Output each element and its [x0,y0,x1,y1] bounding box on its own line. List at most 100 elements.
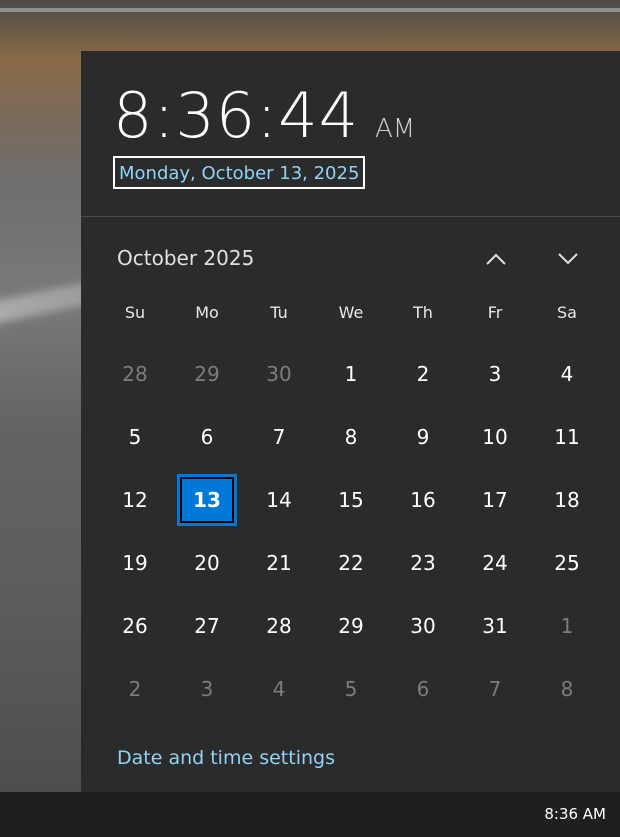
calendar-day-number: 18 [554,487,580,512]
calendar-week-row: 28 29 30 1 2 3 4 [99,342,603,405]
calendar-day-number: 7 [488,676,502,701]
calendar-day-number: 20 [194,550,220,575]
calendar-day[interactable]: 4 [243,657,315,720]
calendar-day[interactable]: 8 [315,405,387,468]
calendar-day-number: 3 [488,361,502,386]
time-ampm: AM [375,114,416,144]
calendar-day-number: 11 [554,424,580,449]
calendar-day[interactable]: 2 [99,657,171,720]
calendar-day-number: 2 [416,361,430,386]
calendar-day[interactable]: 11 [531,405,603,468]
calendar-day-number: 10 [482,424,508,449]
calendar-day[interactable]: 9 [387,405,459,468]
calendar-week-row: 26 27 28 29 30 31 1 [99,594,603,657]
calendar-day-number: 15 [338,487,364,512]
calendar-day[interactable]: 19 [99,531,171,594]
calendar-day[interactable]: 28 [99,342,171,405]
calendar-day[interactable]: 22 [315,531,387,594]
calendar-week-row: 5 6 7 8 9 10 11 [99,405,603,468]
calendar-day[interactable]: 31 [459,594,531,657]
calendar-day[interactable]: 3 [171,657,243,720]
calendar-day[interactable]: 3 [459,342,531,405]
calendar-day-number: 31 [482,613,508,638]
calendar-day[interactable]: 24 [459,531,531,594]
weekday-label: Su [124,303,146,322]
calendar-day[interactable]: 17 [459,468,531,531]
calendar-day-number: 6 [200,424,214,449]
calendar-day[interactable]: 16 [387,468,459,531]
calendar-day[interactable]: 28 [243,594,315,657]
next-month-button[interactable] [550,243,586,275]
chevron-up-icon [486,253,506,265]
calendar-day-number: 2 [128,676,142,701]
calendar-day[interactable]: 26 [99,594,171,657]
calendar-day[interactable]: 4 [531,342,603,405]
calendar-day-number: 12 [122,487,148,512]
time-display: 8:36:44 AM [113,81,415,151]
calendar-day[interactable]: 29 [171,342,243,405]
calendar-day-number: 28 [122,361,148,386]
calendar-day-number: 30 [410,613,436,638]
calendar-day[interactable]: 12 [99,468,171,531]
calendar-day[interactable]: 1 [531,594,603,657]
current-time: 8:36:44 [113,79,360,152]
calendar-day[interactable]: 25 [531,531,603,594]
weekday-label: Tu [270,303,288,322]
calendar-day[interactable]: 5 [315,657,387,720]
calendar-day[interactable]: 1 [315,342,387,405]
taskbar-clock[interactable]: 8:36 AM [544,805,606,823]
calendar-day-number: 1 [560,613,574,638]
calendar-day[interactable]: 29 [315,594,387,657]
previous-month-button[interactable] [478,243,514,275]
taskbar: 8:36 AM [0,792,620,837]
calendar-day[interactable]: 2 [387,342,459,405]
calendar-day-number: 5 [344,676,358,701]
date-time-settings-link[interactable]: Date and time settings [117,747,335,769]
calendar-week-row: 12 13 14 15 16 17 18 [99,468,603,531]
calendar-day[interactable]: 18 [531,468,603,531]
calendar-day-number: 7 [272,424,286,449]
calendar-day-today[interactable]: 13 [171,468,243,531]
weekday-label: Mo [195,303,219,322]
calendar-day[interactable]: 10 [459,405,531,468]
calendar-day-number: 13 [177,473,237,526]
calendar-day-number: 17 [482,487,508,512]
weekday-label: We [338,303,364,322]
calendar-day[interactable]: 23 [387,531,459,594]
calendar-day[interactable]: 30 [387,594,459,657]
calendar-day-number: 9 [416,424,430,449]
calendar-day-number: 4 [560,361,574,386]
calendar-day[interactable]: 20 [171,531,243,594]
calendar-day[interactable]: 6 [171,405,243,468]
current-date-link[interactable]: Monday, October 13, 2025 [113,156,366,189]
calendar-day[interactable]: 7 [459,657,531,720]
weekday-label: Th [413,303,433,322]
calendar-day-grid: 28 29 30 1 2 3 4 5 6 7 8 9 10 11 12 13 14 15 16 17 18 19 20 21 2… [99,342,603,720]
calendar-day-number: 4 [272,676,286,701]
calendar-day[interactable]: 7 [243,405,315,468]
calendar-day-number: 19 [122,550,148,575]
background-stripe [0,8,620,12]
calendar-day-number: 5 [128,424,142,449]
calendar-month-label[interactable]: October 2025 [117,246,254,270]
calendar-day-number: 25 [554,550,580,575]
calendar-day-number: 28 [266,613,292,638]
calendar-day-number: 26 [122,613,148,638]
calendar-day-number: 21 [266,550,292,575]
calendar-day-number: 29 [194,361,220,386]
calendar-day[interactable]: 14 [243,468,315,531]
calendar-day[interactable]: 8 [531,657,603,720]
calendar-day[interactable]: 30 [243,342,315,405]
calendar-day[interactable]: 27 [171,594,243,657]
calendar-week-row: 2 3 4 5 6 7 8 [99,657,603,720]
calendar-day[interactable]: 21 [243,531,315,594]
calendar-day-number: 1 [344,361,358,386]
calendar-day[interactable]: 6 [387,657,459,720]
weekday-header-row: Su Mo Tu We Th Fr Sa [99,303,603,322]
calendar-day-number: 23 [410,550,436,575]
calendar-day[interactable]: 5 [99,405,171,468]
calendar-day[interactable]: 15 [315,468,387,531]
chevron-down-icon [558,253,578,265]
weekday-label: Sa [557,303,577,322]
calendar-day-number: 30 [266,361,292,386]
